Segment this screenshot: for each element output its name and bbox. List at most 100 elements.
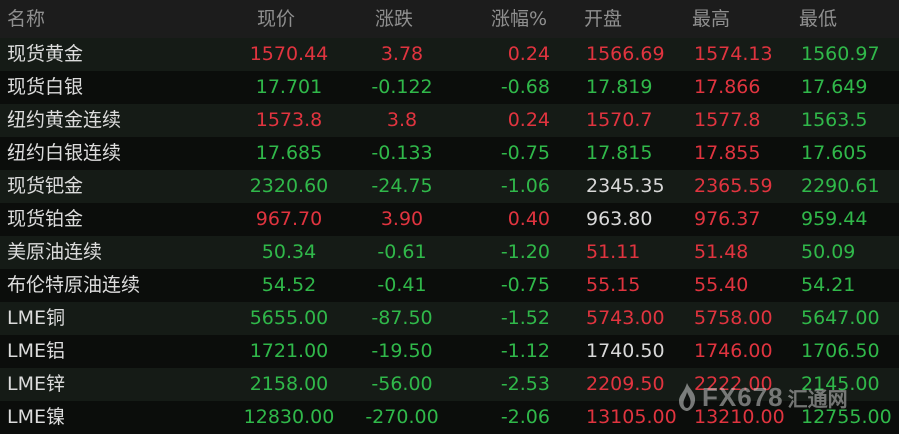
instrument-name-cell: 纽约黄金连续 (7, 109, 122, 131)
table-row[interactable]: LME铜 5655.00 -87.50 -1.52 5743.00 5758.00 5647… (0, 302, 899, 335)
open-cell: 963.80 (586, 208, 653, 230)
low-cell: 17.605 (801, 142, 868, 164)
change-cell: -0.122 (371, 76, 433, 98)
instrument-name-cell: 现货钯金 (7, 175, 84, 197)
low-cell: 54.21 (801, 274, 856, 296)
open-cell: 55.15 (586, 274, 641, 296)
open-cell: 17.815 (586, 142, 653, 164)
table-row[interactable]: 现货白银 17.701 -0.122 -0.68 17.819 17.866 17.649 (0, 71, 899, 104)
change-cell: -24.75 (371, 175, 433, 197)
change-pct-cell: -1.52 (500, 307, 550, 329)
price-cell: 1573.8 (255, 109, 323, 131)
instrument-name-cell: LME锌 (7, 373, 65, 395)
change-pct-cell: -2.53 (500, 373, 550, 395)
change-cell: 3.8 (386, 109, 418, 131)
open-cell: 1740.50 (586, 340, 665, 362)
instrument-name-cell: 现货铂金 (7, 208, 84, 230)
change-pct-cell: -1.12 (500, 340, 550, 362)
change-pct-cell: -0.75 (500, 142, 550, 164)
header-high[interactable]: 最高 (692, 0, 730, 38)
change-cell: -19.50 (371, 340, 433, 362)
price-cell: 50.34 (261, 241, 317, 263)
price-cell: 17.701 (255, 76, 323, 98)
high-cell: 1577.8 (694, 109, 761, 131)
high-cell: 51.48 (694, 241, 749, 263)
high-cell: 17.855 (694, 142, 761, 164)
change-cell: -0.41 (377, 274, 427, 296)
high-cell: 2365.59 (694, 175, 773, 197)
table-header: 名称 现价 涨跌 涨幅% 开盘 最高 最低 (0, 0, 899, 38)
price-cell: 2320.60 (249, 175, 329, 197)
price-cell: 5655.00 (249, 307, 329, 329)
price-cell: 12830.00 (243, 406, 335, 428)
quotes-table: 名称 现价 涨跌 涨幅% 开盘 最高 最低 现货黄金 1570.44 3.78 0.2… (0, 0, 899, 434)
low-cell: 1706.50 (801, 340, 880, 362)
change-pct-cell: -2.06 (500, 406, 550, 428)
change-cell: -0.61 (377, 241, 427, 263)
header-open[interactable]: 开盘 (584, 0, 622, 38)
change-cell: 3.78 (380, 43, 424, 65)
high-cell: 5758.00 (694, 307, 773, 329)
table-row[interactable]: 布伦特原油连续 54.52 -0.41 -0.75 55.15 55.40 54.21 (0, 269, 899, 302)
high-cell: 976.37 (694, 208, 761, 230)
price-cell: 967.70 (255, 208, 323, 230)
change-pct-cell: -0.75 (500, 274, 550, 296)
change-cell: -56.00 (371, 373, 433, 395)
instrument-name-cell: 纽约白银连续 (7, 142, 122, 164)
open-cell: 13105.00 (586, 406, 677, 428)
change-cell: -270.00 (365, 406, 439, 428)
table-row[interactable]: 纽约白银连续 17.685 -0.133 -0.75 17.815 17.855 17.60… (0, 137, 899, 170)
instrument-name-cell: 美原油连续 (7, 241, 103, 263)
open-cell: 51.11 (586, 241, 641, 263)
instrument-name-cell: 现货白银 (7, 76, 84, 98)
open-cell: 2345.35 (586, 175, 665, 197)
price-cell: 54.52 (261, 274, 317, 296)
low-cell: 5647.00 (801, 307, 880, 329)
price-cell: 1721.00 (249, 340, 329, 362)
header-change-pct[interactable]: 涨幅% (491, 0, 547, 38)
header-change[interactable]: 涨跌 (375, 0, 413, 38)
open-cell: 17.819 (586, 76, 653, 98)
table-row[interactable]: 现货钯金 2320.60 -24.75 -1.06 2345.35 2365.59 2290… (0, 170, 899, 203)
table-row[interactable]: LME铝 1721.00 -19.50 -1.12 1740.50 1746.00 1706… (0, 335, 899, 368)
low-cell: 17.649 (801, 76, 868, 98)
table-row[interactable]: 现货黄金 1570.44 3.78 0.24 1566.69 1574.13 1560.97 (0, 38, 899, 71)
high-cell: 13210.00 (694, 406, 785, 428)
low-cell: 1560.97 (801, 43, 880, 65)
change-pct-cell: 0.24 (507, 43, 550, 65)
open-cell: 2209.50 (586, 373, 665, 395)
table-row[interactable]: LME锌 2158.00 -56.00 -2.53 2209.50 2222.00 2145… (0, 368, 899, 401)
header-name[interactable]: 名称 (7, 0, 45, 38)
price-cell: 2158.00 (249, 373, 329, 395)
price-cell: 17.685 (255, 142, 323, 164)
low-cell: 2145.00 (801, 373, 880, 395)
open-cell: 1566.69 (586, 43, 665, 65)
high-cell: 1746.00 (694, 340, 773, 362)
table-row[interactable]: 现货铂金 967.70 3.90 0.40 963.80 976.37 959.44 (0, 203, 899, 236)
open-cell: 5743.00 (586, 307, 665, 329)
change-pct-cell: -0.68 (500, 76, 550, 98)
low-cell: 50.09 (801, 241, 856, 263)
table-row[interactable]: 纽约黄金连续 1573.8 3.8 0.24 1570.7 1577.8 1563.5 (0, 104, 899, 137)
change-pct-cell: 0.40 (507, 208, 550, 230)
instrument-name-cell: LME镍 (7, 406, 65, 428)
change-cell: -87.50 (371, 307, 433, 329)
low-cell: 1563.5 (801, 109, 868, 131)
low-cell: 2290.61 (801, 175, 880, 197)
high-cell: 1574.13 (694, 43, 773, 65)
header-low[interactable]: 最低 (799, 0, 837, 38)
high-cell: 17.866 (694, 76, 761, 98)
instrument-name-cell: LME铜 (7, 307, 65, 329)
change-cell: -0.133 (371, 142, 433, 164)
instrument-name-cell: 布伦特原油连续 (7, 274, 141, 296)
open-cell: 1570.7 (586, 109, 653, 131)
change-cell: 3.90 (380, 208, 424, 230)
change-pct-cell: 0.24 (507, 109, 550, 131)
instrument-name-cell: 现货黄金 (7, 43, 84, 65)
high-cell: 2222.00 (694, 373, 773, 395)
table-row[interactable]: LME镍 12830.00 -270.00 -2.06 13105.00 13210.00… (0, 401, 899, 434)
low-cell: 12755.00 (801, 406, 892, 428)
header-price[interactable]: 现价 (257, 0, 295, 38)
high-cell: 55.40 (694, 274, 749, 296)
table-row[interactable]: 美原油连续 50.34 -0.61 -1.20 51.11 51.48 50.09 (0, 236, 899, 269)
